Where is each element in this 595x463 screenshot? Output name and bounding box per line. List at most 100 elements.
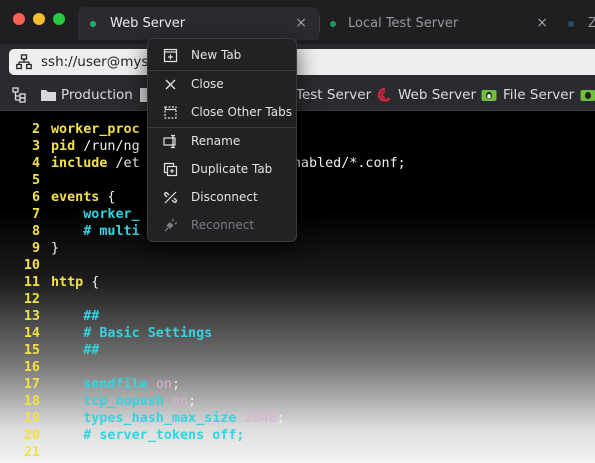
close-others-icon bbox=[164, 106, 177, 119]
code-token: worker_proc bbox=[51, 122, 140, 137]
code-text: events { bbox=[51, 189, 116, 206]
sitemap-icon bbox=[12, 87, 26, 103]
code-text: ## bbox=[51, 342, 99, 359]
menu-item-label: Close bbox=[191, 77, 224, 91]
new-tab-icon bbox=[163, 48, 178, 63]
menu-item-label: New Tab bbox=[191, 48, 242, 62]
connection-status-icon bbox=[568, 21, 574, 27]
network-icon bbox=[16, 54, 32, 70]
code-text: worker_ bbox=[51, 206, 140, 223]
menu-item-label: Disconnect bbox=[191, 190, 258, 204]
menu-item-close-other-tabs[interactable]: Close Other Tabs bbox=[148, 99, 296, 125]
code-token: ## bbox=[51, 343, 100, 358]
bookmark-test-server[interactable]: Test Server bbox=[296, 80, 371, 110]
code-line: 4 include /et enabled/*.conf; bbox=[0, 155, 595, 172]
tux-icon bbox=[580, 90, 595, 101]
line-number: 8 bbox=[31, 224, 40, 239]
line-number: 2 bbox=[31, 122, 40, 137]
bookmark-label: Web Server bbox=[398, 87, 476, 103]
connection-status-icon bbox=[330, 21, 336, 27]
code-token: { bbox=[83, 275, 100, 290]
tab-close-icon[interactable]: × bbox=[536, 7, 548, 40]
folder-icon bbox=[41, 90, 56, 101]
code-token: /et bbox=[107, 156, 140, 171]
code-text: pid /run/ng bbox=[51, 138, 140, 155]
code-text: ## bbox=[51, 308, 99, 325]
code-line: 20 # server_tokens off; bbox=[0, 427, 595, 444]
code-token: { bbox=[99, 190, 116, 205]
tab-web-server[interactable]: Web Server × bbox=[78, 7, 319, 40]
bookmark-bar: Production Test Server Web Server File S… bbox=[0, 80, 595, 111]
code-line: 16 bbox=[0, 359, 595, 376]
code-line: 13 ## bbox=[0, 308, 595, 325]
address-input[interactable]: ssh://user@myserv bbox=[9, 49, 595, 75]
code-text: tcp_nopush on; bbox=[51, 393, 196, 410]
code-token: # Basic Settings bbox=[51, 326, 213, 341]
code-token: on bbox=[155, 377, 172, 392]
tab-overflow[interactable]: Z bbox=[560, 7, 595, 40]
menu-item-label: Rename bbox=[191, 134, 241, 148]
code-text: sendfile on; bbox=[51, 376, 180, 393]
line-number: 7 bbox=[31, 207, 40, 222]
code-line: 12 bbox=[0, 291, 595, 308]
menu-item-new-tab[interactable]: New Tab bbox=[148, 42, 296, 68]
terminal-output[interactable]: 2 worker_proc 3 pid /run/ng 4 include /et ena… bbox=[0, 111, 595, 463]
minimize-window-button[interactable] bbox=[33, 13, 45, 25]
code-line: 2 worker_proc bbox=[0, 121, 595, 138]
code-line: 19 types_hash_max_size 2048; bbox=[0, 410, 595, 427]
code-text: # Basic Settings bbox=[51, 325, 212, 342]
bookmark-web-server[interactable]: Web Server bbox=[377, 80, 476, 110]
code-token: ; bbox=[276, 411, 285, 426]
code-token: tcp_nopush bbox=[51, 394, 164, 409]
code-line: 17 sendfile on; bbox=[0, 376, 595, 393]
code-token: ; bbox=[171, 377, 180, 392]
code-token: # server_tokens off; bbox=[51, 428, 245, 443]
tab-label: Web Server bbox=[110, 16, 186, 31]
rename-icon bbox=[163, 134, 176, 149]
menu-item-disconnect[interactable]: Disconnect bbox=[148, 184, 296, 210]
menu-item-close[interactable]: Close bbox=[148, 71, 296, 97]
line-number: 19 bbox=[23, 411, 40, 426]
line-number: 9 bbox=[31, 241, 40, 256]
menu-item-duplicate-tab[interactable]: Duplicate Tab bbox=[148, 156, 296, 182]
code-token: http bbox=[51, 275, 84, 290]
line-number: 12 bbox=[23, 292, 40, 307]
connection-status-icon bbox=[90, 21, 96, 27]
code-token: types_hash_max_size bbox=[51, 411, 237, 426]
line-number: 17 bbox=[23, 377, 40, 392]
code-line: 10 bbox=[0, 257, 595, 274]
bookmark-label: Production bbox=[61, 87, 133, 103]
close-icon bbox=[165, 79, 176, 90]
bookmarks-tree-button[interactable] bbox=[12, 80, 34, 110]
line-number: 13 bbox=[23, 309, 40, 324]
zoom-window-button[interactable] bbox=[53, 13, 65, 25]
code-token: ; bbox=[188, 394, 197, 409]
duplicate-icon bbox=[163, 162, 178, 177]
tab-label: Local Test Server bbox=[348, 16, 459, 31]
menu-item-label: Duplicate Tab bbox=[191, 162, 273, 176]
menu-item-rename[interactable]: Rename bbox=[148, 128, 296, 154]
reconnect-icon bbox=[164, 218, 178, 232]
code-token: sendfile bbox=[51, 377, 148, 392]
code-token: enabled/*.conf; bbox=[284, 156, 406, 171]
tab-close-icon[interactable]: × bbox=[295, 7, 307, 40]
close-window-button[interactable] bbox=[13, 13, 25, 25]
tab-local-test-server[interactable]: Local Test Server × bbox=[320, 7, 558, 40]
line-number: 6 bbox=[31, 190, 40, 205]
code-token: pid bbox=[51, 139, 76, 154]
bookmark-label: Test Server bbox=[296, 87, 372, 103]
bookmark-file-server[interactable]: File Server bbox=[481, 80, 576, 110]
code-text: # multi bbox=[51, 223, 139, 240]
code-token: ## bbox=[51, 309, 100, 324]
code-token: on bbox=[171, 394, 189, 409]
code-token: worker_ bbox=[51, 207, 140, 222]
code-text: worker_proc bbox=[51, 121, 140, 138]
line-number: 3 bbox=[31, 139, 40, 154]
code-line: 14 # Basic Settings bbox=[0, 325, 595, 342]
line-number: 5 bbox=[31, 173, 40, 188]
code-line: 15 ## bbox=[0, 342, 595, 359]
tux-icon bbox=[481, 90, 497, 101]
bookmark-overflow[interactable] bbox=[580, 80, 595, 110]
code-line: 18 tcp_nopush on; bbox=[0, 393, 595, 410]
